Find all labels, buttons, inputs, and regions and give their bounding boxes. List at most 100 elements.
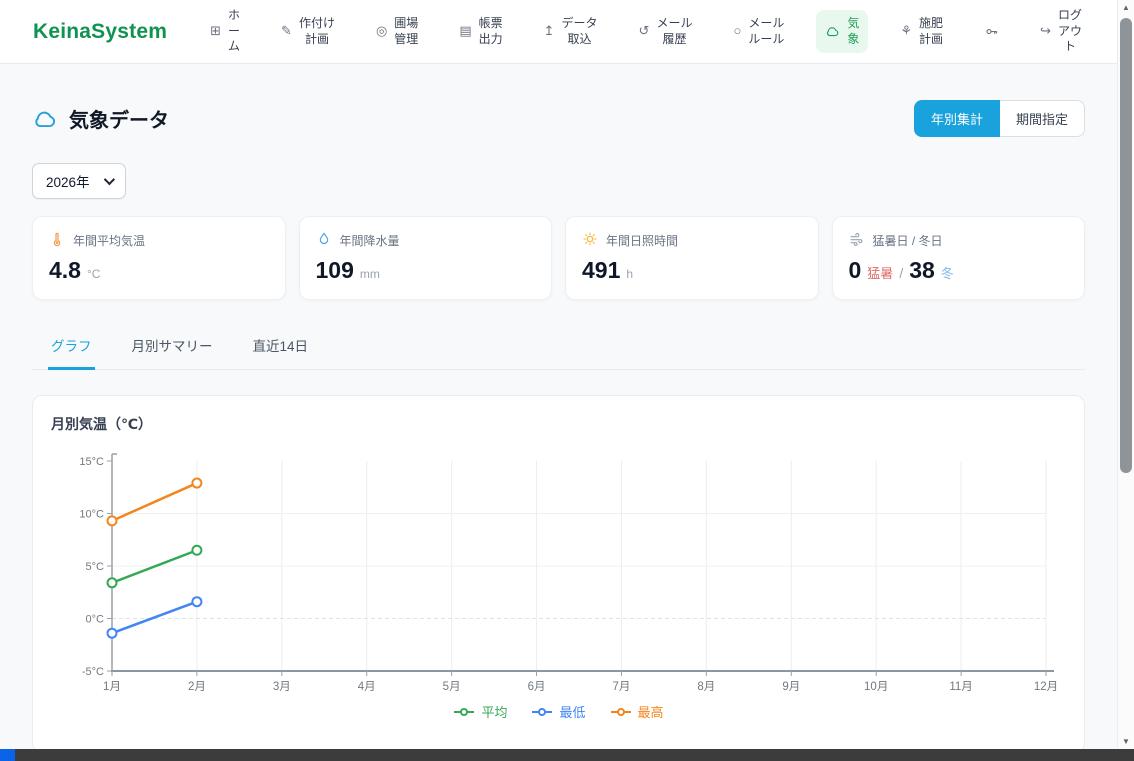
svg-text:11月: 11月 bbox=[949, 681, 972, 693]
stat-card-label: 猛暑日 / 冬日 bbox=[873, 232, 943, 249]
nav-item-field-management[interactable]: ◎ 圃場 管理 bbox=[367, 10, 427, 53]
pencil-icon: ✎ bbox=[281, 23, 292, 40]
stat-card-label: 年間平均気温 bbox=[73, 232, 145, 249]
nav-item-label: 施肥 計画 bbox=[919, 16, 943, 47]
legend-marker bbox=[453, 707, 475, 717]
stat-card-header: 猛暑日 / 冬日 bbox=[849, 231, 1069, 250]
stat-card-label: 年間日照時間 bbox=[606, 232, 678, 249]
vertical-scrollbar[interactable]: ▲ ▼ bbox=[1117, 0, 1134, 749]
legend-item-最高[interactable]: 最高 bbox=[610, 702, 664, 721]
period-select-button[interactable]: 期間指定 bbox=[1000, 100, 1085, 137]
logout-icon: ↪ bbox=[1040, 23, 1051, 40]
nav-menu: ⊞ ホ ー ム ✎ 作付け 計画 ◎ 圃場 管理 ▤ 帳票 出力 ↥ データ 取込 ↺メール 履歴 ○… bbox=[201, 2, 1091, 61]
stat-card-extreme-days: 猛暑日 / 冬日0猛暑/38冬 bbox=[832, 216, 1086, 300]
thermometer-icon bbox=[49, 231, 65, 250]
yearly-summary-button[interactable]: 年別集計 bbox=[914, 100, 1000, 137]
app-window: KeinaSystem ⊞ ホ ー ム ✎ 作付け 計画 ◎ 圃場 管理 ▤ 帳票 出力 ↥ デー… bbox=[0, 0, 1117, 749]
nav-item-home[interactable]: ⊞ ホ ー ム bbox=[201, 2, 249, 61]
nav-item-report-output[interactable]: ▤ 帳票 出力 bbox=[450, 10, 511, 53]
droplet-icon bbox=[316, 231, 332, 250]
document-icon: ▤ bbox=[459, 23, 471, 40]
nav-item-mail-rules[interactable]: ○ メール ルール bbox=[724, 10, 793, 53]
nav-item-planting-plan[interactable]: ✎ 作付け 計画 bbox=[272, 10, 344, 53]
svg-text:7月: 7月 bbox=[613, 681, 631, 693]
chart-title: 月別気温（℃） bbox=[51, 414, 1066, 434]
stat-value-unit: h bbox=[626, 267, 633, 281]
scrollbar-thumb[interactable] bbox=[1120, 18, 1132, 473]
stat-card-header: 年間平均気温 bbox=[49, 231, 269, 250]
brand-logo[interactable]: KeinaSystem bbox=[33, 20, 167, 44]
stat-value-number: 109 bbox=[316, 257, 354, 284]
legend-label: 最高 bbox=[638, 702, 664, 721]
nav-item-label: データ 取込 bbox=[562, 16, 598, 47]
stat-card-avg-temp: 年間平均気温4.8°C bbox=[32, 216, 286, 300]
nav-item-label: 圃場 管理 bbox=[394, 16, 418, 47]
stat-card-value: 491h bbox=[582, 257, 802, 284]
monthly-temperature-line-chart: 15°C10°C5°C0°C-5°C1月2月3月4月5月6月7月8月9月10月1… bbox=[51, 443, 1067, 693]
nav-item-label: 帳票 出力 bbox=[479, 16, 503, 47]
nav-item-weather[interactable]: 気 象 bbox=[816, 10, 868, 53]
map-pin-icon: ◎ bbox=[376, 23, 387, 40]
sun-icon bbox=[582, 231, 598, 250]
nav-item-label: 気 象 bbox=[847, 16, 859, 47]
stat-card-header: 年間日照時間 bbox=[582, 231, 802, 250]
legend-marker bbox=[610, 707, 632, 717]
nav-item-fertilizer-plan[interactable]: ⚘ 施肥 計画 bbox=[891, 10, 952, 53]
tab-graph[interactable]: グラフ bbox=[48, 325, 95, 370]
svg-text:5°C: 5°C bbox=[86, 561, 105, 573]
legend-item-最低[interactable]: 最低 bbox=[531, 702, 585, 721]
nav-item-label: ホ ー ム bbox=[228, 8, 240, 55]
key-icon bbox=[984, 24, 999, 39]
svg-text:-5°C: -5°C bbox=[82, 666, 104, 678]
nav-item-label: 作付け 計画 bbox=[299, 16, 335, 47]
svg-text:6月: 6月 bbox=[528, 681, 546, 693]
cloud-icon bbox=[825, 24, 840, 39]
wind-icon bbox=[849, 231, 865, 250]
grid-icon: ⊞ bbox=[210, 23, 221, 40]
stat-value-number: 4.8 bbox=[49, 257, 81, 284]
scroll-down-arrow[interactable]: ▼ bbox=[1118, 734, 1134, 749]
sprout-icon: ⚘ bbox=[900, 23, 912, 40]
nav-item-data-import[interactable]: ↥ データ 取込 bbox=[535, 10, 607, 53]
nav-item-label: メール ルール bbox=[748, 16, 784, 47]
top-navigation: KeinaSystem ⊞ ホ ー ム ✎ 作付け 計画 ◎ 圃場 管理 ▤ 帳票 出力 ↥ デー… bbox=[0, 0, 1117, 64]
scroll-up-arrow[interactable]: ▲ bbox=[1118, 0, 1134, 15]
legend-marker bbox=[531, 707, 553, 717]
nav-item-label: ログ アウ ト bbox=[1058, 8, 1082, 55]
stat-value-part: 冬 bbox=[941, 263, 954, 282]
stat-value-part: 猛暑 bbox=[867, 263, 893, 282]
stat-card-value: 0猛暑/38冬 bbox=[849, 257, 1069, 284]
svg-text:10月: 10月 bbox=[864, 681, 888, 693]
chevron-down-icon bbox=[103, 174, 114, 185]
tab-bar: グラフ月別サマリー直近14日 bbox=[32, 325, 1085, 370]
stat-value-part: 38 bbox=[909, 257, 935, 284]
legend-label: 平均 bbox=[481, 702, 507, 721]
nav-item-label: メール 履歴 bbox=[656, 16, 692, 47]
legend-item-平均[interactable]: 平均 bbox=[453, 702, 507, 721]
taskbar-strip bbox=[0, 749, 1134, 761]
nav-item-mail-history[interactable]: ↺メール 履歴 bbox=[630, 10, 702, 53]
page-title: 気象データ bbox=[69, 104, 169, 133]
svg-text:4月: 4月 bbox=[358, 681, 376, 693]
stat-card-header: 年間降水量 bbox=[316, 231, 536, 250]
stat-card-sunshine: 年間日照時間 491h bbox=[565, 216, 819, 300]
stat-card-precipitation: 年間降水量109mm bbox=[299, 216, 553, 300]
tab-recent-14days[interactable]: 直近14日 bbox=[250, 325, 312, 370]
chart-legend: 平均 最低 最高 bbox=[51, 702, 1066, 721]
upload-icon: ↥ bbox=[544, 23, 555, 40]
circle-icon: ○ bbox=[733, 23, 741, 40]
chart-area: 15°C10°C5°C0°C-5°C1月2月3月4月5月6月7月8月9月10月1… bbox=[51, 443, 1066, 698]
svg-text:9月: 9月 bbox=[782, 681, 800, 693]
main-content: 気象データ 年別集計 期間指定 2026年 年間平均気温4.8°C年間降水量10… bbox=[0, 64, 1117, 749]
year-select-value: 2026年 bbox=[46, 171, 90, 191]
legend-label: 最低 bbox=[559, 702, 585, 721]
svg-text:10°C: 10°C bbox=[79, 509, 104, 521]
year-select[interactable]: 2026年 bbox=[32, 163, 126, 199]
svg-text:5月: 5月 bbox=[443, 681, 461, 693]
nav-item-logout[interactable]: ↪ ログ アウ ト bbox=[1031, 2, 1091, 61]
tab-monthly-summary[interactable]: 月別サマリー bbox=[129, 325, 216, 370]
view-mode-toggle: 年別集計 期間指定 bbox=[914, 100, 1085, 137]
svg-text:0°C: 0°C bbox=[86, 614, 105, 626]
nav-item-password[interactable] bbox=[975, 18, 1008, 45]
stat-card-label: 年間降水量 bbox=[340, 232, 400, 249]
